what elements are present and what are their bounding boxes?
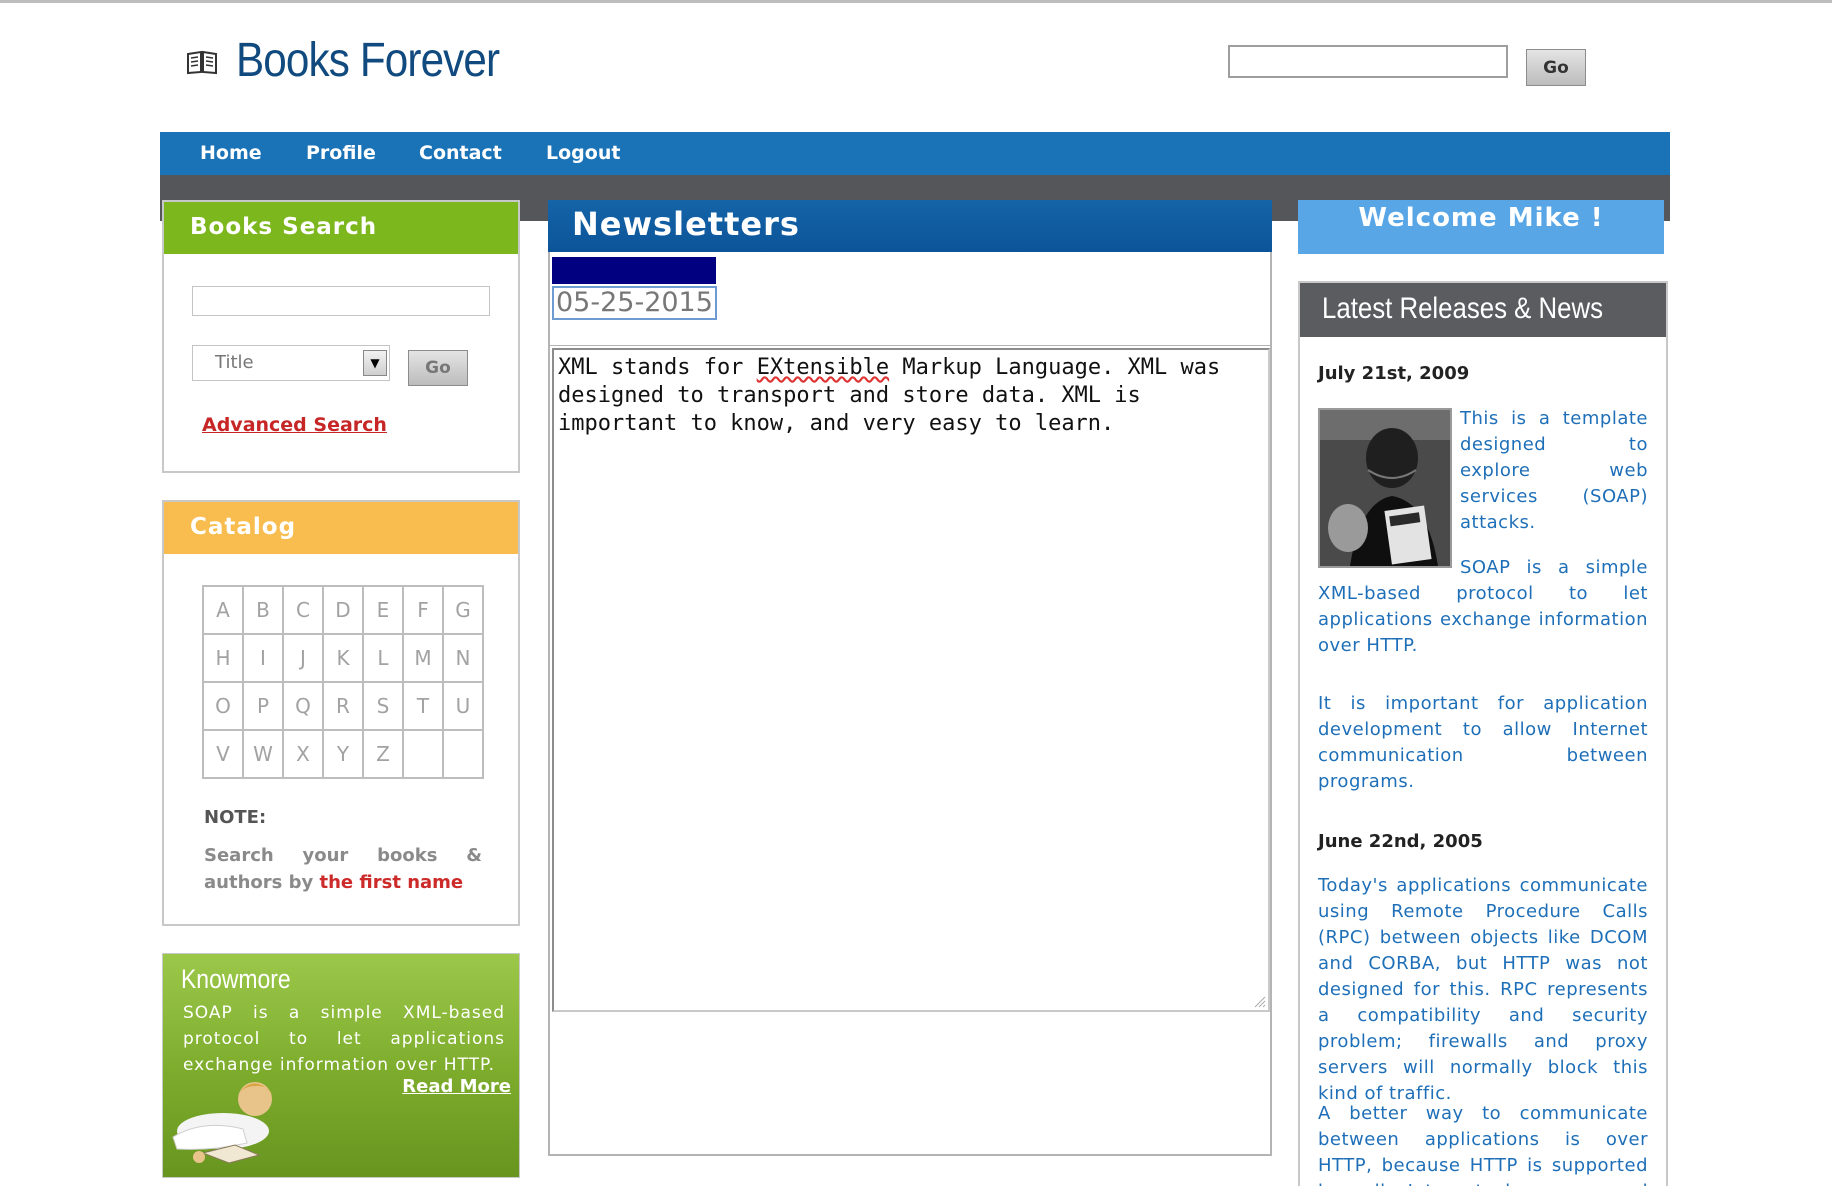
books-search-panel: Books Search Title ▼ Go Advanced Search xyxy=(162,200,520,473)
catalog-letter[interactable]: R xyxy=(322,681,364,731)
catalog-letter[interactable]: P xyxy=(242,681,284,731)
catalog-letter[interactable]: E xyxy=(362,585,404,635)
catalog-letter[interactable]: F xyxy=(402,585,444,635)
catalog-letter[interactable]: W xyxy=(242,729,284,779)
news-date: July 21st, 2009 xyxy=(1318,363,1470,384)
catalog-letter[interactable]: V xyxy=(202,729,244,779)
catalog-letter[interactable]: H xyxy=(202,633,244,683)
newsletter-date-link[interactable]: 05-25-2015 xyxy=(552,286,717,320)
catalog-letter[interactable]: L xyxy=(362,633,404,683)
latest-releases-title-text: Latest Releases & News xyxy=(1322,292,1604,325)
search-type-value: Title xyxy=(215,352,254,373)
latest-releases-title: Latest Releases & News xyxy=(1300,283,1666,337)
catalog-empty-cell xyxy=(442,729,484,779)
catalog-panel: Catalog A B C D E F G H I J K L M N O P … xyxy=(162,500,520,926)
nav-profile[interactable]: Profile xyxy=(306,132,376,175)
books-search-input[interactable] xyxy=(192,286,490,316)
newsletters-title: Newsletters xyxy=(548,200,1272,252)
advanced-search-link[interactable]: Advanced Search xyxy=(202,414,387,436)
main-nav: Home Profile Contact Logout xyxy=(160,132,1670,175)
note-label: NOTE: xyxy=(204,807,267,828)
catalog-empty-cell xyxy=(402,729,444,779)
news-paragraph: Today's applications communicate using R… xyxy=(1318,875,1648,1104)
catalog-letter[interactable]: X xyxy=(282,729,324,779)
catalog-letter[interactable]: T xyxy=(402,681,444,731)
books-search-title: Books Search xyxy=(164,202,518,254)
site-title: Books Forever xyxy=(236,34,500,87)
books-search-go-button[interactable]: Go xyxy=(408,350,468,386)
author-photo-image xyxy=(1320,410,1450,566)
catalog-letter[interactable]: S xyxy=(362,681,404,731)
latest-releases-panel: Latest Releases & News July 21st, 2009 T… xyxy=(1298,281,1668,1186)
catalog-letter[interactable]: G xyxy=(442,585,484,635)
knowmore-panel: Knowmore SOAP is a simple XML-based prot… xyxy=(162,953,520,1178)
welcome-banner: Welcome Mike ! xyxy=(1298,200,1664,254)
catalog-letter[interactable]: I xyxy=(242,633,284,683)
resize-grip-icon[interactable] xyxy=(1252,994,1266,1008)
newsletter-textarea[interactable]: XML stands for EXtensible Markup Languag… xyxy=(552,348,1270,1012)
chevron-down-icon[interactable]: ▼ xyxy=(363,350,387,376)
book-icon xyxy=(187,50,217,75)
catalog-letter[interactable]: N xyxy=(442,633,484,683)
news-date: June 22nd, 2005 xyxy=(1318,831,1483,852)
catalog-letter[interactable]: M xyxy=(402,633,444,683)
divider xyxy=(550,345,1270,346)
author-photo xyxy=(1318,408,1452,568)
newsletters-panel: Newsletters 05-25-2015 XML stands for EX… xyxy=(548,200,1272,1156)
nav-logout[interactable]: Logout xyxy=(546,132,620,175)
note-text: Search your books & authors by the first… xyxy=(204,842,482,896)
catalog-letter-grid: A B C D E F G H I J K L M N O P Q R S T … xyxy=(202,585,484,779)
catalog-letter[interactable]: O xyxy=(202,681,244,731)
catalog-letter[interactable]: D xyxy=(322,585,364,635)
nav-contact[interactable]: Contact xyxy=(419,132,502,175)
top-search-go-button[interactable]: Go xyxy=(1526,49,1586,86)
catalog-letter[interactable]: C xyxy=(282,585,324,635)
news-paragraph: SOAP is a simple XML-based protocol to l… xyxy=(1318,557,1648,656)
catalog-letter[interactable]: B xyxy=(242,585,284,635)
catalog-title: Catalog xyxy=(164,502,518,554)
catalog-letter[interactable]: J xyxy=(282,633,324,683)
catalog-letter[interactable]: K xyxy=(322,633,364,683)
nav-home[interactable]: Home xyxy=(200,132,262,175)
read-more-link[interactable]: Read More xyxy=(402,1076,511,1097)
news-paragraph: This is a template designed to explore w… xyxy=(1460,408,1648,533)
reading-girl-illustration xyxy=(172,1082,273,1164)
note-highlight: the first name xyxy=(319,872,464,893)
news-paragraph: A better way to communicate between appl… xyxy=(1318,1103,1648,1186)
top-search-input[interactable] xyxy=(1228,45,1508,78)
spellcheck-word: EXtensible xyxy=(756,355,890,380)
catalog-letter[interactable]: Y xyxy=(322,729,364,779)
news-paragraph: It is important for application developm… xyxy=(1318,693,1648,792)
catalog-letter[interactable]: Q xyxy=(282,681,324,731)
catalog-letter[interactable]: A xyxy=(202,585,244,635)
catalog-letter[interactable]: Z xyxy=(362,729,404,779)
search-type-select[interactable]: Title ▼ xyxy=(192,345,390,381)
catalog-letter[interactable]: U xyxy=(442,681,484,731)
newsletter-text-start: XML stands for xyxy=(558,355,757,380)
newsletter-selection-bar xyxy=(552,257,716,284)
knowmore-title: Knowmore xyxy=(181,964,291,994)
